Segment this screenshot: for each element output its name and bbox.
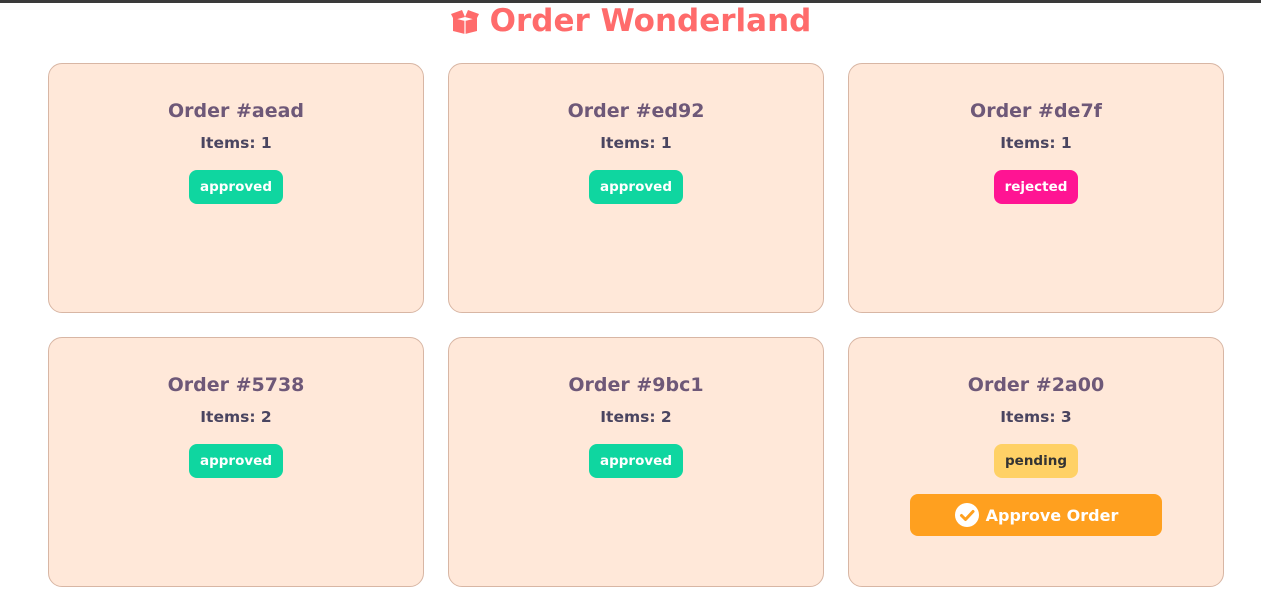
- order-title: Order #9bc1: [568, 374, 704, 396]
- orders-grid: Order #aead Items: 1 approved Order #ed9…: [48, 63, 1224, 587]
- status-badge: rejected: [993, 170, 1079, 204]
- order-item-count: Items: 3: [1000, 408, 1072, 426]
- order-item-count: Items: 1: [600, 134, 672, 152]
- status-badge: approved: [589, 444, 683, 478]
- order-card: Order #aead Items: 1 approved: [48, 63, 424, 313]
- order-item-count: Items: 2: [600, 408, 672, 426]
- order-item-count: Items: 2: [200, 408, 272, 426]
- status-badge: approved: [189, 170, 283, 204]
- order-title: Order #5738: [167, 374, 305, 396]
- order-card: Order #ed92 Items: 1 approved: [448, 63, 824, 313]
- status-badge: approved: [189, 444, 283, 478]
- page-header: Order Wonderland: [0, 2, 1261, 40]
- order-card: Order #de7f Items: 1 rejected: [848, 63, 1224, 313]
- order-card: Order #5738 Items: 2 approved: [48, 337, 424, 587]
- check-circle-icon: [954, 502, 980, 528]
- order-title: Order #ed92: [567, 100, 705, 122]
- order-item-count: Items: 1: [200, 134, 272, 152]
- order-title: Order #aead: [167, 100, 305, 122]
- order-title: Order #de7f: [970, 100, 1102, 122]
- approve-order-label: Approve Order: [985, 505, 1119, 525]
- page-title: Order Wonderland: [489, 3, 812, 39]
- order-card: Order #2a00 Items: 3 pending Approve Ord…: [848, 337, 1224, 587]
- order-card: Order #9bc1 Items: 2 approved: [448, 337, 824, 587]
- status-badge: approved: [589, 170, 683, 204]
- status-badge: pending: [994, 444, 1078, 478]
- box-open-icon: [450, 8, 480, 34]
- approve-order-button[interactable]: Approve Order: [910, 494, 1162, 536]
- order-title: Order #2a00: [967, 374, 1105, 396]
- order-item-count: Items: 1: [1000, 134, 1072, 152]
